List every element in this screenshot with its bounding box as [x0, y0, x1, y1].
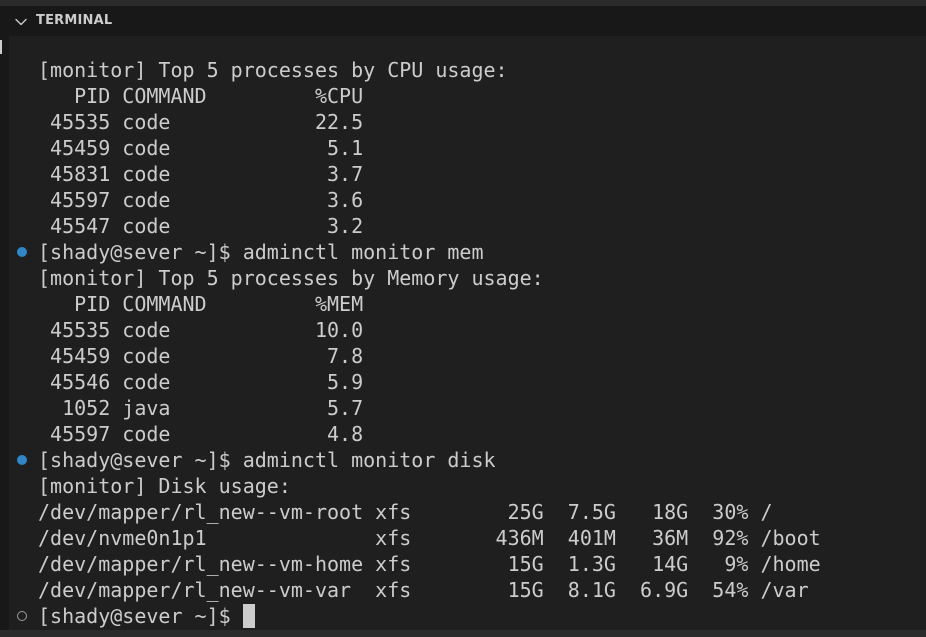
command-line: [shady@sever ~]$ adminctl monitor mem [0, 239, 926, 265]
line-text: /dev/mapper/rl_new--vm-var xfs 15G 8.1G … [38, 578, 809, 602]
output-line: [monitor] Top 5 processes by Memory usag… [0, 265, 926, 291]
output-line: 45535 code 22.5 [0, 109, 926, 135]
panel-title[interactable]: TERMINAL [36, 13, 112, 28]
line-text: PID COMMAND %CPU [38, 84, 364, 108]
prompt-text-wrapper[interactable]: [shady@sever ~]$ [38, 603, 255, 629]
line-text: [shady@sever ~]$ adminctl monitor disk [38, 448, 496, 472]
output-line: 45547 code 3.2 [0, 213, 926, 239]
line-text: 45459 code 5.1 [38, 136, 364, 160]
line-text: /dev/mapper/rl_new--vm-home xfs 15G 1.3G… [38, 552, 821, 576]
output-line: /dev/mapper/rl_new--vm-root xfs 25G 7.5G… [0, 499, 926, 525]
line-text: /dev/mapper/rl_new--vm-root xfs 25G 7.5G… [38, 500, 773, 524]
prompt-line[interactable]: [shady@sever ~]$ [0, 603, 926, 629]
output-line: 45459 code 5.1 [0, 135, 926, 161]
line-text: 45597 code 3.6 [38, 188, 364, 212]
line-text: 45459 code 7.8 [38, 344, 364, 368]
prompt-text: [shady@sever ~]$ [38, 604, 231, 628]
chevron-down-icon[interactable] [14, 15, 28, 29]
line-text: 45535 code 22.5 [38, 110, 364, 134]
sash-indicator [0, 40, 2, 54]
output-line: [monitor] Disk usage: [0, 473, 926, 499]
command-success-icon[interactable] [17, 455, 27, 465]
output-line: [monitor] Top 5 processes by CPU usage: [0, 57, 926, 83]
output-line: 45597 code 4.8 [0, 421, 926, 447]
terminal-panel: TERMINAL [monitor] Top 5 processes by CP… [0, 0, 926, 637]
line-text: /dev/nvme0n1p1 xfs 436M 401M 36M 92% /bo… [38, 526, 821, 550]
command-success-icon[interactable] [17, 247, 27, 257]
text-cursor[interactable] [242, 604, 255, 628]
command-line: [shady@sever ~]$ adminctl monitor disk [0, 447, 926, 473]
line-text: PID COMMAND %MEM [38, 292, 364, 316]
output-line: /dev/nvme0n1p1 xfs 436M 401M 36M 92% /bo… [0, 525, 926, 551]
output-line: PID COMMAND %CPU [0, 83, 926, 109]
line-text: 45597 code 4.8 [38, 422, 364, 446]
output-line: 45597 code 3.6 [0, 187, 926, 213]
line-text: [monitor] Top 5 processes by CPU usage: [38, 58, 508, 82]
output-line: 45831 code 3.7 [0, 161, 926, 187]
output-line: /dev/mapper/rl_new--vm-home xfs 15G 1.3G… [0, 551, 926, 577]
line-text: [monitor] Top 5 processes by Memory usag… [38, 266, 544, 290]
panel-header[interactable]: TERMINAL [0, 6, 926, 36]
line-text: 1052 java 5.7 [38, 396, 364, 420]
output-line: 45546 code 5.9 [0, 369, 926, 395]
line-text: 45546 code 5.9 [38, 370, 364, 394]
output-line: 45459 code 7.8 [0, 343, 926, 369]
terminal-output[interactable]: [monitor] Top 5 processes by CPU usage: … [0, 57, 926, 629]
panel-bottom-border [0, 630, 926, 637]
output-line: PID COMMAND %MEM [0, 291, 926, 317]
output-line: 1052 java 5.7 [0, 395, 926, 421]
line-text: 45535 code 10.0 [38, 318, 364, 342]
line-text: [shady@sever ~]$ adminctl monitor mem [38, 240, 484, 264]
output-line: /dev/mapper/rl_new--vm-var xfs 15G 8.1G … [0, 577, 926, 603]
command-pending-icon [17, 611, 27, 621]
line-text: [monitor] Disk usage: [38, 474, 291, 498]
line-text: 45831 code 3.7 [38, 162, 364, 186]
line-text: 45547 code 3.2 [38, 214, 364, 238]
output-line: 45535 code 10.0 [0, 317, 926, 343]
